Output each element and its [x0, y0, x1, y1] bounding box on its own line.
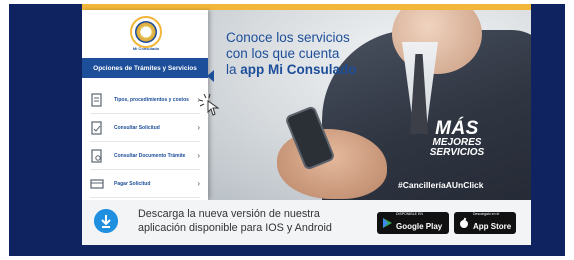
- logo-caption: Mi Consulado: [132, 46, 160, 51]
- menu-item-label: Tipos, procedimientos y costos: [114, 96, 189, 103]
- menu-list: Tipos, procedimientos y costos › Consult…: [90, 86, 200, 198]
- seal-icon: [135, 21, 157, 43]
- document-list-icon: [91, 92, 102, 107]
- download-text: Descarga la nueva versión de nuestra apl…: [138, 208, 332, 234]
- app-store-badge[interactable]: Descárgalo en el App Store: [454, 212, 516, 234]
- promo-banner: Mi Consulado Opciones de Trámites y Serv…: [82, 4, 531, 245]
- menu-item-tipos[interactable]: Tipos, procedimientos y costos ›: [90, 86, 200, 114]
- slogan-line-1: MÁS: [435, 118, 479, 139]
- payment-icon: [90, 178, 104, 189]
- chevron-right-icon: ›: [197, 151, 200, 160]
- headline-prefix: la: [226, 62, 241, 77]
- hand-cursor-icon: [198, 93, 220, 116]
- menu-item-label: Consultar Documento Trámite: [114, 152, 186, 159]
- app-store-label: App Store: [473, 222, 512, 231]
- menu-item-label: Consultar Solicitud: [114, 124, 160, 131]
- google-play-badge[interactable]: DISPONIBLE EN Google Play: [377, 212, 449, 234]
- chevron-right-icon: ›: [197, 179, 200, 188]
- app-menu-panel: Mi Consulado Opciones de Trámites y Serv…: [82, 10, 214, 200]
- google-play-icon: [383, 218, 392, 228]
- google-play-label: Google Play: [396, 222, 443, 231]
- panel-header: Opciones de Trámites y Servicios: [82, 58, 208, 78]
- download-bar: Descarga la nueva versión de nuestra apl…: [82, 200, 531, 245]
- chevron-right-icon: ›: [197, 123, 200, 132]
- document-check-icon: [91, 120, 102, 135]
- menu-item-consultar-documento[interactable]: Consultar Documento Trámite ›: [90, 142, 200, 170]
- consulado-logo: [130, 16, 162, 48]
- menu-item-consultar-solicitud[interactable]: Consultar Solicitud ›: [90, 114, 200, 142]
- menu-item-pagar-solicitud[interactable]: Pagar Solicitud ›: [90, 170, 200, 198]
- headline-line-2: con los que cuenta: [226, 46, 340, 61]
- headline: Conoce los servicios con los que cuenta …: [226, 30, 436, 78]
- document-search-icon: [91, 148, 102, 163]
- apple-icon: [460, 217, 468, 228]
- headline-app-name: app Mi Consulado: [240, 62, 357, 77]
- header-pointer: [207, 70, 214, 82]
- menu-item-label: Pagar Solicitud: [114, 180, 151, 187]
- headline-line-3: la app Mi Consulado: [226, 62, 436, 78]
- slogan-line-3: SERVICIOS: [429, 147, 485, 158]
- promo-slogan: MÁS MEJORES SERVICIOS: [412, 118, 502, 158]
- hashtag: #CancilleríaAUnClick: [398, 180, 484, 190]
- app-store-small-text: Descárgalo en el: [473, 212, 500, 216]
- headline-line-1: Conoce los servicios: [226, 30, 350, 45]
- download-icon: [94, 209, 118, 233]
- google-play-small-text: DISPONIBLE EN: [396, 212, 423, 216]
